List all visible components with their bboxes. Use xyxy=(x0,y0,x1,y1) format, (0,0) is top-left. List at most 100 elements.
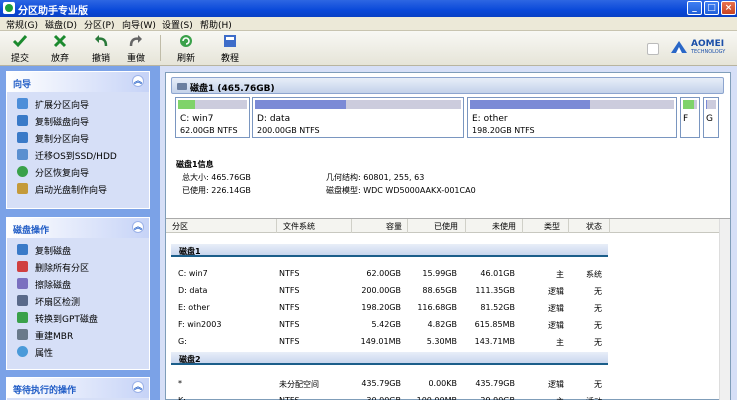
wizard-item-migrate-os[interactable]: 迁移OS到SSD/HDD xyxy=(7,146,149,163)
wipe-disk-icon xyxy=(17,278,28,289)
disk-op-rebuild-mbr[interactable]: 重建MBR xyxy=(7,326,149,343)
collapse-chevron-icon[interactable]: ︽ xyxy=(132,381,144,393)
col-capacity[interactable]: 容量 xyxy=(386,221,402,232)
minimize-button[interactable]: _ xyxy=(687,1,702,15)
table-cell: G: xyxy=(178,337,187,346)
table-cell: 无 xyxy=(594,287,602,296)
usage-bar xyxy=(470,100,674,109)
table-row[interactable]: * 未分配空间 435.79GB 0.00KB 435.79GB 逻辑 无 xyxy=(166,375,726,392)
table-cell: 198.20GB xyxy=(361,303,401,312)
vertical-scrollbar[interactable] xyxy=(719,219,730,400)
table-cell: 无 xyxy=(594,304,602,313)
table-row[interactable]: G: NTFS 149.01MB 5.30MB 143.71MB 主 无 xyxy=(166,333,726,350)
redo-button[interactable]: 重做 xyxy=(122,33,150,64)
menu-settings[interactable]: 设置(S) xyxy=(162,18,193,31)
partition-block-c[interactable]: C: win7 62.00GB NTFS xyxy=(175,97,250,138)
col-filesystem[interactable]: 文件系统 xyxy=(283,221,315,232)
table-cell: 88.65GB xyxy=(422,286,457,295)
table-cell: 无 xyxy=(594,321,602,330)
table-row[interactable]: D: data NTFS 200.00GB 88.65GB 111.35GB 逻辑 无 xyxy=(166,282,726,299)
menu-disk[interactable]: 磁盘(D) xyxy=(45,18,77,31)
refresh-button[interactable]: 刷新 xyxy=(172,33,200,64)
table-cell: NTFS xyxy=(279,320,300,329)
collapse-chevron-icon[interactable]: ︽ xyxy=(132,221,144,233)
table-cell: 逻辑 xyxy=(548,287,564,296)
disk-op-copy-disk[interactable]: 复制磁盘 xyxy=(7,241,149,258)
app-icon xyxy=(3,2,15,14)
col-status[interactable]: 状态 xyxy=(586,221,602,232)
table-cell: 100.00MB xyxy=(417,396,457,400)
menu-general[interactable]: 常规(G) xyxy=(6,18,38,31)
table-row[interactable]: K: NTFS 30.00GB 100.00MB 29.90GB 主 活动 xyxy=(166,392,726,400)
submit-button[interactable]: 提交 xyxy=(6,33,34,64)
table-cell: 未分配空间 xyxy=(279,380,319,389)
undo-button[interactable]: 撤销 xyxy=(87,33,115,64)
x-icon xyxy=(53,34,67,48)
disk-op-convert-gpt[interactable]: 转换到GPT磁盘 xyxy=(7,309,149,326)
wizard-item-copy-disk[interactable]: 复制磁盘向导 xyxy=(7,112,149,129)
disk-op-wipe-disk[interactable]: 擦除磁盘 xyxy=(7,275,149,292)
table-cell: NTFS xyxy=(279,269,300,278)
partition-block-g[interactable]: G xyxy=(703,97,719,138)
migrate-os-icon xyxy=(17,149,28,160)
wizard-item-bootable-media[interactable]: 启动光盘制作向导 xyxy=(7,180,149,197)
usage-bar xyxy=(706,100,716,109)
table-cell: 15.99GB xyxy=(422,269,457,278)
partition-recovery-icon xyxy=(17,166,28,177)
close-button[interactable]: × xyxy=(721,1,736,15)
bootable-media-icon xyxy=(17,183,28,194)
properties-icon xyxy=(17,346,28,357)
partition-block-d[interactable]: D: data 200.00GB NTFS xyxy=(252,97,464,138)
disk-op-delete-all[interactable]: 删除所有分区 xyxy=(7,258,149,275)
disk-operations-header[interactable]: 磁盘操作 ︽ xyxy=(7,218,149,238)
collapse-chevron-icon[interactable]: ︽ xyxy=(132,75,144,87)
table-cell: C: win7 xyxy=(178,269,208,278)
partition-block-f[interactable]: F xyxy=(680,97,700,138)
disk2-group-header[interactable]: 磁盘2 xyxy=(171,352,608,365)
disk-total-size: 总大小: 465.76GB xyxy=(182,173,251,182)
copy-disk-icon xyxy=(17,115,28,126)
usage-bar xyxy=(178,100,247,109)
extend-partition-icon xyxy=(17,98,28,109)
table-row[interactable]: F: win2003 NTFS 5.42GB 4.82GB 615.85MB 逻辑 无 xyxy=(166,316,726,333)
menu-help[interactable]: 帮助(H) xyxy=(200,18,232,31)
wizard-item-partition-recovery[interactable]: 分区恢复向导 xyxy=(7,163,149,180)
pending-operations-header[interactable]: 等待执行的操作 ︽ xyxy=(7,378,149,398)
col-used[interactable]: 已使用 xyxy=(434,221,458,232)
col-free[interactable]: 未使用 xyxy=(492,221,516,232)
option-checkbox[interactable] xyxy=(647,43,659,55)
table-cell: 116.68GB xyxy=(417,303,457,312)
table-cell: 主 xyxy=(556,396,564,400)
wizard-item-extend-partition[interactable]: 扩展分区向导 xyxy=(7,95,149,112)
col-type[interactable]: 类型 xyxy=(544,221,560,232)
table-cell: 5.30MB xyxy=(426,337,457,346)
col-partition[interactable]: 分区 xyxy=(172,221,188,232)
wizard-item-copy-partition[interactable]: 复制分区向导 xyxy=(7,129,149,146)
aomei-logo-icon xyxy=(671,41,687,53)
disk-info-section: 磁盘1信息 总大小: 465.76GB 已使用: 226.14GB 几何结构: … xyxy=(171,155,724,203)
tutorial-button[interactable]: 教程 xyxy=(216,33,244,64)
table-cell: 主 xyxy=(556,338,564,347)
table-row[interactable]: E: other NTFS 198.20GB 116.68GB 81.52GB 逻辑 无 xyxy=(166,299,726,316)
left-task-pane: 向导 ︽ 扩展分区向导 复制磁盘向导 复制分区向导 迁移OS到SSD/HDD 分… xyxy=(0,66,160,400)
maximize-button[interactable]: □ xyxy=(704,1,719,15)
partition-block-e[interactable]: E: other 198.20GB NTFS xyxy=(467,97,677,138)
disk1-group-header[interactable]: 磁盘1 xyxy=(171,244,608,257)
table-cell: K: xyxy=(178,396,186,400)
undo-icon xyxy=(95,35,108,47)
delete-all-icon xyxy=(17,261,28,272)
wizard-panel-header[interactable]: 向导 ︽ xyxy=(7,72,149,92)
partition-table: 分区 文件系统 容量 已使用 未使用 类型 状态 磁盘1 C: win7 NTFS… xyxy=(166,218,730,400)
disk-op-bad-sector[interactable]: 坏扇区检测 xyxy=(7,292,149,309)
menu-partition[interactable]: 分区(P) xyxy=(84,18,114,31)
table-row[interactable]: C: win7 NTFS 62.00GB 15.99GB 46.01GB 主 系统 xyxy=(166,265,726,282)
disk-operations-title: 磁盘操作 xyxy=(13,226,50,236)
wizard-panel-title: 向导 xyxy=(13,80,32,90)
menu-wizard[interactable]: 向导(W) xyxy=(122,18,156,31)
redo-icon xyxy=(129,35,142,47)
discard-button[interactable]: 放弃 xyxy=(46,33,74,64)
table-cell: 62.00GB xyxy=(366,269,401,278)
title-bar: 分区助手专业版 _ □ × xyxy=(0,0,737,17)
disk1-header[interactable]: 磁盘1 (465.76GB) xyxy=(171,77,724,94)
disk-op-properties[interactable]: 属性 xyxy=(7,343,149,360)
